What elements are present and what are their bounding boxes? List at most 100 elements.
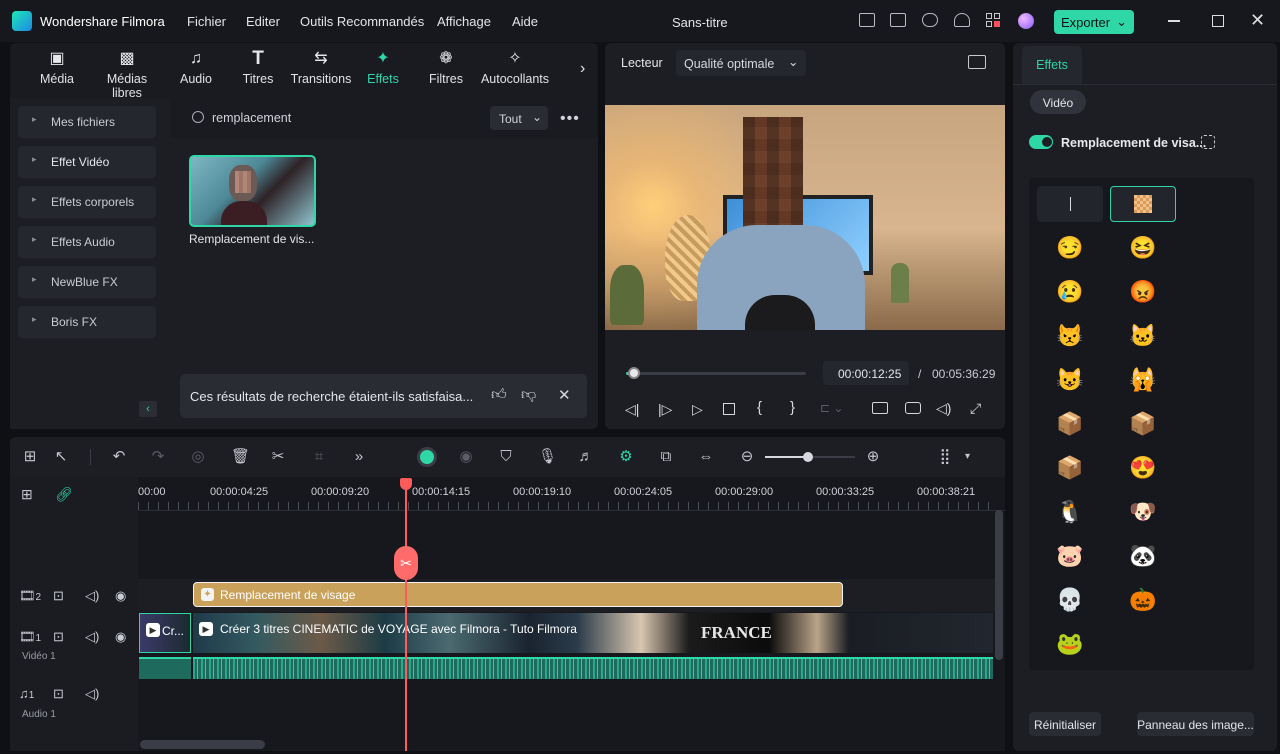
scissors-icon[interactable]: ✂ — [270, 449, 286, 465]
more-options-icon[interactable]: ••• — [560, 110, 580, 128]
menu-affichage[interactable]: Affichage — [437, 14, 491, 29]
video-preview[interactable] — [605, 105, 1005, 330]
playhead[interactable] — [405, 486, 407, 751]
minimize-icon[interactable] — [1168, 20, 1180, 22]
face-sticker-sad[interactable]: 😢 — [1037, 274, 1103, 310]
speaker-icon[interactable]: ◁) — [85, 588, 99, 604]
face-sticker-box-face-3[interactable]: 📦 — [1037, 450, 1103, 486]
snapshot-view-icon[interactable] — [968, 55, 986, 69]
render-icon[interactable]: ◉ — [458, 449, 474, 465]
ripple-icon[interactable]: ◎ — [190, 449, 206, 465]
effect-thumbnail[interactable] — [189, 155, 316, 227]
face-sticker-cat-white[interactable]: 🐱 — [1110, 318, 1176, 354]
video-clip-2[interactable]: ▶ Créer 3 titres CINEMATIC de VOYAGE ave… — [193, 613, 993, 653]
close-icon[interactable]: ✕ — [558, 386, 571, 404]
toolbar-media[interactable]: ▣ Média — [36, 50, 78, 86]
lock-icon[interactable]: ⊡ — [53, 588, 64, 604]
speaker-icon[interactable]: ◁) — [85, 629, 99, 645]
crop-icon[interactable]: ⌗ — [311, 449, 327, 465]
eye-icon[interactable]: ◉ — [115, 588, 126, 604]
next-frame-icon[interactable]: |▷ — [658, 401, 672, 418]
play-icon[interactable]: ▷ — [692, 401, 703, 418]
face-sticker-angry[interactable]: 😡 — [1110, 274, 1176, 310]
toolbar-titles[interactable]: T Titres — [240, 49, 276, 86]
microphone-icon[interactable]: 🎙︎ — [538, 449, 557, 465]
marker-icon[interactable]: ⛉ — [498, 449, 514, 465]
sidebar-item-boris-fx[interactable]: Boris FX — [18, 306, 156, 338]
snap-icon[interactable]: ⚙ — [618, 449, 634, 465]
thumbs-up-icon[interactable]: 👍︎ — [491, 386, 507, 404]
playhead-handle[interactable] — [400, 478, 412, 490]
sidebar-item-effets-corporels[interactable]: Effets corporels — [18, 186, 156, 218]
menu-fichier[interactable]: Fichier — [187, 14, 226, 29]
video-clip-1[interactable]: ▶ Cr... — [139, 613, 191, 653]
select-arrow-icon[interactable]: ↖ — [53, 449, 69, 465]
stop-icon[interactable] — [723, 403, 735, 415]
face-sticker-pumpkin[interactable]: 🎃 — [1110, 582, 1176, 618]
audio-list-icon[interactable]: ♬ — [578, 449, 594, 465]
maximize-icon[interactable] — [1212, 15, 1224, 27]
face-sticker-cat-2[interactable]: 😺 — [1037, 362, 1103, 398]
effect-clip[interactable]: ✦ Remplacement de visage — [193, 582, 843, 607]
avatar[interactable] — [1018, 13, 1034, 29]
toolbar-stickers[interactable]: ✧ Autocollants — [480, 50, 550, 86]
face-sticker-panda[interactable]: 🐼 — [1110, 538, 1176, 574]
face-sticker-box-heart[interactable]: 😍 — [1110, 450, 1176, 486]
progress-handle[interactable] — [628, 367, 640, 379]
menu-editer[interactable]: Editer — [246, 14, 280, 29]
tab-effets[interactable]: Effets — [1022, 46, 1082, 84]
save-icon[interactable] — [890, 13, 906, 27]
face-sticker-smirk[interactable]: 😏 — [1037, 230, 1103, 266]
ai-assistant-icon[interactable] — [417, 447, 437, 467]
mark-out-icon[interactable]: } — [790, 399, 795, 416]
playback-progress[interactable] — [626, 372, 806, 375]
display-icon[interactable] — [872, 402, 888, 414]
audio-waveform-2[interactable] — [193, 657, 993, 679]
face-sticker-skull[interactable]: 💀 — [1037, 582, 1103, 618]
apps-grid-icon[interactable] — [986, 13, 1000, 27]
effect-toggle[interactable] — [1029, 135, 1053, 149]
zoom-in-icon[interactable]: ⊕ — [865, 449, 881, 465]
current-time[interactable]: 00:00:12:25 — [823, 361, 909, 385]
sidebar-item-effet-video[interactable]: Effet Vidéo — [18, 146, 156, 178]
pip-icon[interactable]: ⧉ — [658, 449, 674, 465]
zoom-handle[interactable] — [803, 452, 813, 462]
chevron-right-icon[interactable]: › — [580, 60, 585, 78]
undo-icon[interactable]: ↶ — [111, 449, 127, 465]
toolbar-stock-media[interactable]: ▩ Médias libres — [91, 50, 163, 100]
sidebar-item-newblue-fx[interactable]: NewBlue FX — [18, 266, 156, 298]
face-sticker-pig[interactable]: 🐷 — [1037, 538, 1103, 574]
face-sticker-dog[interactable]: 🐶 — [1110, 494, 1176, 530]
thumbs-down-icon[interactable]: 👎︎ — [521, 386, 536, 404]
layout-icon[interactable] — [859, 13, 875, 27]
collapse-sidebar-icon[interactable]: ‹ — [139, 401, 157, 417]
search-input[interactable]: remplacement — [212, 111, 291, 125]
close-icon[interactable]: ✕ — [1250, 10, 1265, 31]
mark-in-icon[interactable]: { — [757, 399, 762, 416]
track-layout-icon[interactable]: ⣿ — [937, 449, 953, 465]
layout-grid-icon[interactable]: ⊞ — [22, 449, 38, 465]
more-tools-icon[interactable]: » — [351, 449, 367, 465]
toolbar-filters[interactable]: ❁ Filtres — [428, 50, 464, 86]
face-sticker-laugh[interactable]: 😆 — [1110, 230, 1176, 266]
face-sticker-box-face[interactable]: 📦 — [1037, 406, 1103, 442]
trash-icon[interactable]: 🗑︎ — [231, 449, 250, 465]
fullscreen-icon[interactable]: ⤢ — [970, 400, 981, 417]
marker-dropdown-icon[interactable]: ⊏ ⌄ — [820, 401, 843, 415]
tab-video[interactable]: Vidéo — [1030, 90, 1086, 114]
vertical-scrollbar[interactable] — [995, 510, 1003, 660]
tab-lecteur[interactable]: Lecteur — [621, 56, 663, 70]
face-sticker-cat-3[interactable]: 🙀 — [1110, 362, 1176, 398]
camera-icon[interactable] — [905, 402, 921, 414]
headset-icon[interactable] — [954, 13, 970, 27]
menu-aide[interactable]: Aide — [512, 14, 538, 29]
redo-icon[interactable]: ↷ — [150, 449, 166, 465]
face-sticker-cursor[interactable] — [1037, 186, 1103, 222]
export-button[interactable]: Exporter ⌄ — [1054, 10, 1134, 34]
quality-dropdown[interactable]: Qualité optimale ⌄ — [676, 50, 806, 76]
speaker-icon[interactable]: ◁) — [85, 686, 99, 702]
zoom-out-icon[interactable]: ⊖ — [739, 449, 755, 465]
face-sticker-frog[interactable]: 🐸 — [1037, 626, 1103, 662]
face-sticker-box-face-2[interactable]: 📦 — [1110, 406, 1176, 442]
face-sticker-penguin[interactable]: 🐧 — [1037, 494, 1103, 530]
